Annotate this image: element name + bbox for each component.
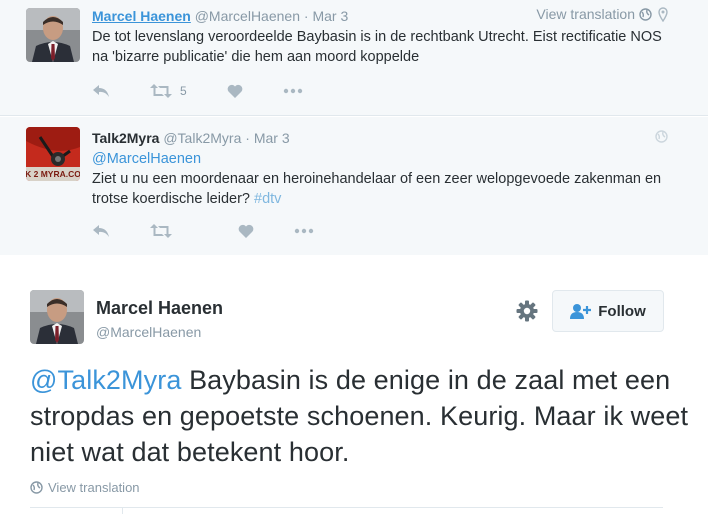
retweet-button[interactable] (150, 224, 172, 238)
heart-icon (238, 224, 254, 238)
reply-tweet-1[interactable]: Marcel Haenen @MarcelHaenen · Mar 3 De t… (0, 0, 708, 116)
heart-icon (227, 84, 243, 98)
reply-icon (93, 85, 109, 97)
avatar-logo-text: K 2 MYRA.CO (26, 169, 80, 179)
tweet-body: Ziet u nu een moordenaar en heroinehande… (92, 171, 662, 207)
reply-button[interactable] (92, 84, 110, 98)
mention-link[interactable]: @MarcelHaenen (92, 151, 201, 167)
avatar[interactable] (30, 290, 84, 344)
reply-icon (93, 225, 109, 237)
author-username[interactable]: @MarcelHaenen (195, 8, 300, 24)
follow-user-icon (570, 304, 592, 319)
hashtag-link[interactable]: #dtv (254, 191, 281, 207)
tweet-text: @Talk2Myra Baybasin is de enige in de za… (30, 362, 690, 470)
separator: · (245, 130, 250, 146)
reply-tweet-2[interactable]: K 2 MYRA.CO Talk2Myra @Talk2Myra · Mar 3… (0, 117, 708, 255)
mention-link[interactable]: @Talk2Myra (30, 365, 181, 395)
follow-label: Follow (598, 302, 646, 320)
author-name[interactable]: Marcel Haenen (96, 298, 223, 319)
divider (30, 507, 663, 508)
view-translation-link[interactable]: View translation (536, 6, 635, 22)
divider (122, 507, 123, 514)
tweet-text: De tot levenslang veroordeelde Baybasin … (92, 29, 662, 65)
author-username[interactable]: @Talk2Myra (163, 130, 241, 146)
tweet-date[interactable]: Mar 3 (312, 8, 348, 24)
globe-icon (655, 130, 668, 143)
gear-icon (516, 300, 538, 322)
view-translation-label: View translation (48, 480, 140, 495)
more-icon (283, 88, 302, 94)
gear-button[interactable] (516, 300, 538, 327)
more-icon (294, 228, 314, 234)
tweet-date[interactable]: Mar 3 (254, 130, 290, 146)
view-translation-link[interactable]: View translation (30, 480, 140, 495)
retweet-button[interactable]: 5 (150, 84, 187, 98)
more-button[interactable] (294, 228, 314, 234)
author-name[interactable]: Marcel Haenen (92, 8, 191, 24)
globe-icon (30, 481, 43, 494)
main-tweet: Marcel Haenen @MarcelHaenen Follow @Talk… (0, 256, 708, 514)
retweet-icon (150, 224, 172, 238)
retweet-icon (150, 84, 172, 98)
like-button[interactable] (238, 224, 254, 238)
avatar[interactable]: K 2 MYRA.CO (26, 127, 80, 181)
tweet-text: @MarcelHaenen Ziet u nu een moordenaar e… (92, 149, 668, 209)
author-name[interactable]: Talk2Myra (92, 130, 159, 146)
avatar[interactable] (26, 8, 80, 62)
follow-button[interactable]: Follow (552, 290, 664, 332)
retweet-count: 5 (180, 84, 187, 98)
reply-button[interactable] (92, 224, 110, 238)
more-button[interactable] (283, 88, 303, 94)
globe-icon (639, 7, 652, 21)
like-button[interactable] (227, 84, 243, 98)
location-pin-icon[interactable] (658, 6, 668, 22)
separator: · (303, 8, 309, 24)
author-username[interactable]: @MarcelHaenen (96, 324, 201, 340)
